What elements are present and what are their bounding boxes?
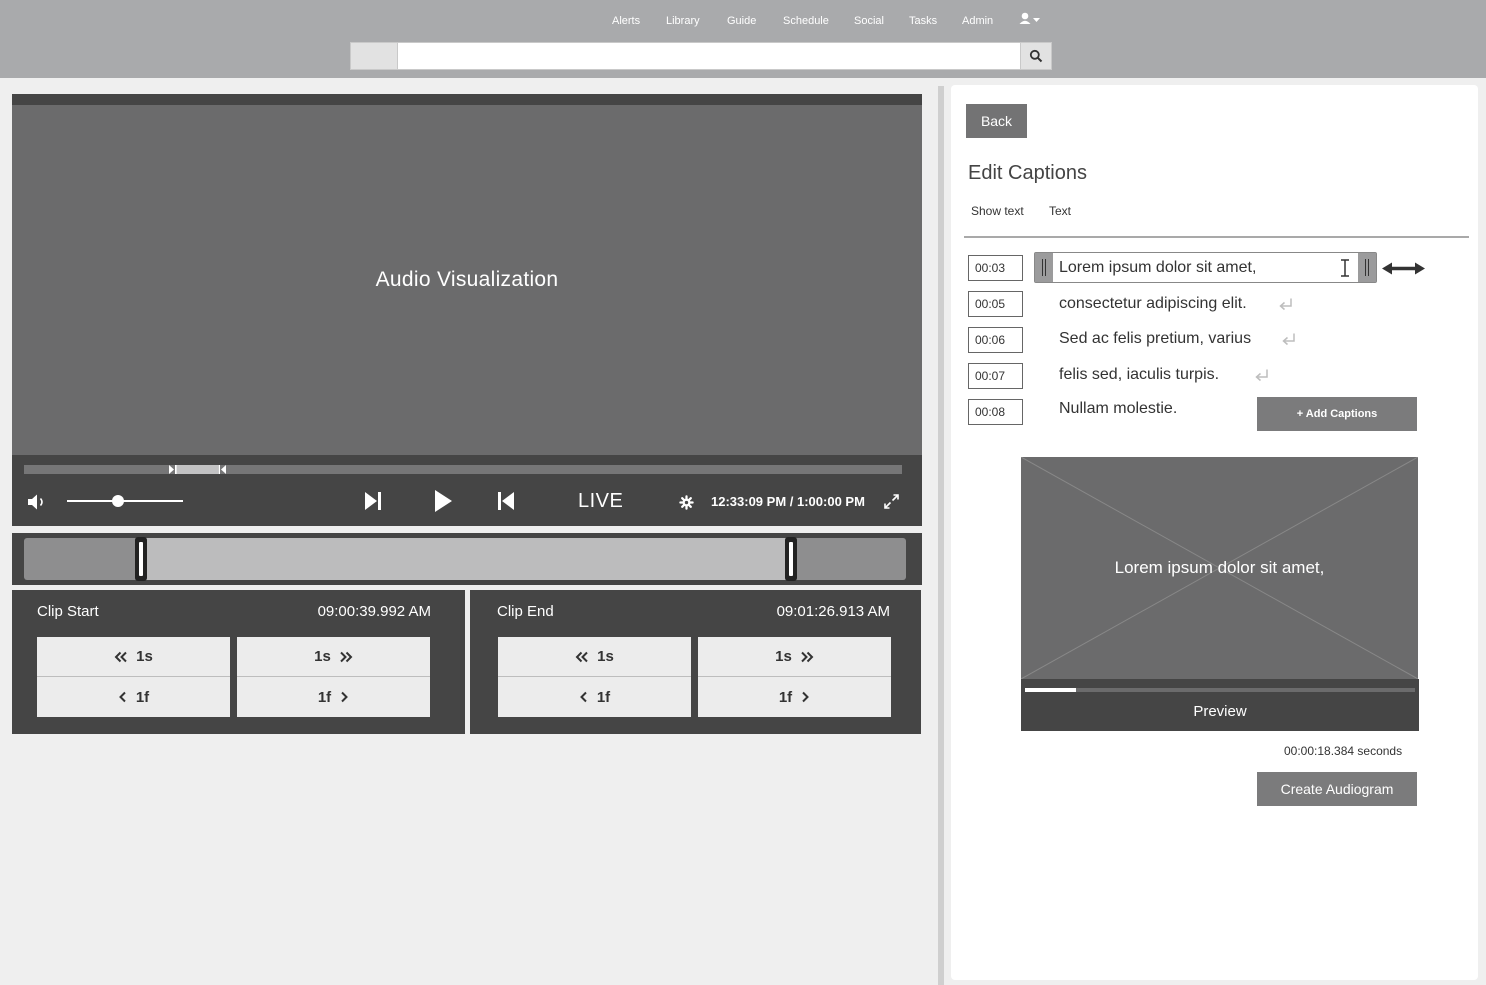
audio-visualization[interactable]: Audio Visualization [12,105,922,455]
return-icon[interactable] [1278,297,1294,311]
clip-end-fwd-1s-button[interactable]: 1s [698,637,891,677]
preview-caption-text: Lorem ipsum dolor sit amet, [1114,558,1325,577]
step-label: 1s [597,648,614,665]
step-label: 1f [778,688,793,706]
clip-end-fwd-1f-button[interactable]: 1f [698,677,891,717]
preview-progress-bar[interactable] [1025,688,1415,692]
nav-item-social[interactable]: Social [854,15,884,27]
clip-start-title: Clip Start [37,603,99,620]
caption-time-field[interactable] [968,327,1023,353]
step-label: 1f [317,688,332,706]
caption-text[interactable]: Nullam molestie. [1059,400,1177,418]
user-menu[interactable] [1019,11,1045,29]
caption-start-drag-handle[interactable] [1035,253,1053,282]
nav-item-admin[interactable]: Admin [962,15,993,27]
add-captions-button[interactable]: + Add Captions [1257,397,1417,431]
volume-icon[interactable] [26,491,50,513]
return-icon[interactable] [1254,368,1270,382]
caption-time-field[interactable] [968,399,1023,425]
search-icon [1029,49,1043,63]
clip-start-fwd-1f-button[interactable]: 1f [237,677,430,717]
caption-text[interactable]: Sed ac felis pretium, varius [1059,330,1251,348]
clip-start-marker-icon [169,465,177,474]
clip-end-panel: Clip End 09:01:26.913 AM 1s 1f 1s 1f [470,590,921,734]
double-chevron-right-icon [340,651,353,662]
tab-text[interactable]: Text [1049,204,1071,218]
step-label: 1s [775,648,792,665]
step-label: 1f [135,688,150,706]
clip-start-panel: Clip Start 09:00:39.992 AM 1s 1f 1s 1f [12,590,465,734]
search-button[interactable] [1020,42,1052,70]
nav-item-library[interactable]: Library [666,15,700,27]
tab-show-text[interactable]: Show text [971,204,1024,218]
create-audiogram-button[interactable]: Create Audiogram [1257,772,1417,806]
resize-arrow-icon[interactable] [1381,261,1426,276]
clip-range-selected[interactable] [142,538,792,580]
step-label: 1f [596,688,611,706]
caption-time-field[interactable] [968,291,1023,317]
panel-divider[interactable] [938,86,944,985]
search-scope-dropdown[interactable] [350,42,398,70]
double-chevron-left-icon [114,651,127,662]
volume-slider-handle[interactable] [112,495,125,507]
clip-start-fwd-1s-button[interactable]: 1s [237,637,430,677]
clip-end-back-1s-button[interactable]: 1s [498,637,691,677]
chevron-right-icon [802,691,810,703]
double-chevron-left-icon [575,651,588,662]
preview-controls: Preview [1021,679,1419,731]
caption-edit-box [1034,252,1377,283]
nav-item-tasks[interactable]: Tasks [909,15,937,27]
volume-slider[interactable] [67,500,183,502]
progress-clip-region [176,465,218,474]
audiogram-duration: 00:00:18.384 seconds [1284,744,1403,758]
clip-start-back-1f-button[interactable]: 1f [37,677,230,717]
nav-item-schedule[interactable]: Schedule [783,15,829,27]
clip-end-marker-icon [218,465,226,474]
skip-back-icon[interactable] [496,490,516,512]
step-label: 1s [136,648,153,665]
nav-item-alerts[interactable]: Alerts [612,15,640,27]
caption-end-drag-handle[interactable] [1358,253,1376,282]
skip-forward-icon[interactable] [363,490,383,512]
caption-text[interactable]: consectetur adipiscing elit. [1059,295,1247,313]
search-input[interactable] [398,42,1021,70]
step-label: 1s [314,648,331,665]
double-chevron-right-icon [801,651,814,662]
audiogram-preview[interactable]: Lorem ipsum dolor sit amet, [1021,457,1418,679]
caption-text-input[interactable] [1053,253,1358,282]
visualization-label: Audio Visualization [375,268,559,291]
fullscreen-icon[interactable] [883,493,900,510]
caption-text[interactable]: felis sed, iaculis turpis. [1059,366,1219,384]
gear-icon[interactable] [679,495,694,510]
clip-range-end-handle[interactable] [785,537,797,581]
playback-time-readout: 12:33:09 PM / 1:00:00 PM [711,494,865,509]
back-button[interactable]: Back [966,104,1027,138]
top-header: Alerts Library Guide Schedule Social Tas… [0,0,1486,78]
nav-item-guide[interactable]: Guide [727,15,756,27]
clip-start-back-1s-button[interactable]: 1s [37,637,230,677]
chevron-left-icon [579,691,587,703]
search-bar [350,42,1052,70]
caption-time-field[interactable] [968,363,1023,389]
text-cursor-icon [1341,259,1349,277]
user-icon [1019,12,1040,24]
clip-start-time: 09:00:39.992 AM [317,603,431,620]
chevron-right-icon [341,691,349,703]
caption-time-field[interactable] [968,255,1023,281]
preview-progress-fill [1025,688,1076,692]
chevron-left-icon [118,691,126,703]
return-icon[interactable] [1281,332,1297,346]
playback-progress-bar[interactable] [24,465,902,474]
clip-range-start-handle[interactable] [135,537,147,581]
clip-end-back-1f-button[interactable]: 1f [498,677,691,717]
play-icon[interactable] [432,488,454,514]
panel-divider-line [964,236,1469,238]
preview-button[interactable]: Preview [1021,703,1419,720]
live-button[interactable]: LIVE [578,490,623,513]
clip-end-time: 09:01:26.913 AM [776,603,890,620]
clip-end-title: Clip End [497,603,554,620]
panel-title: Edit Captions [968,162,1087,184]
chevron-down-icon [1033,18,1040,22]
